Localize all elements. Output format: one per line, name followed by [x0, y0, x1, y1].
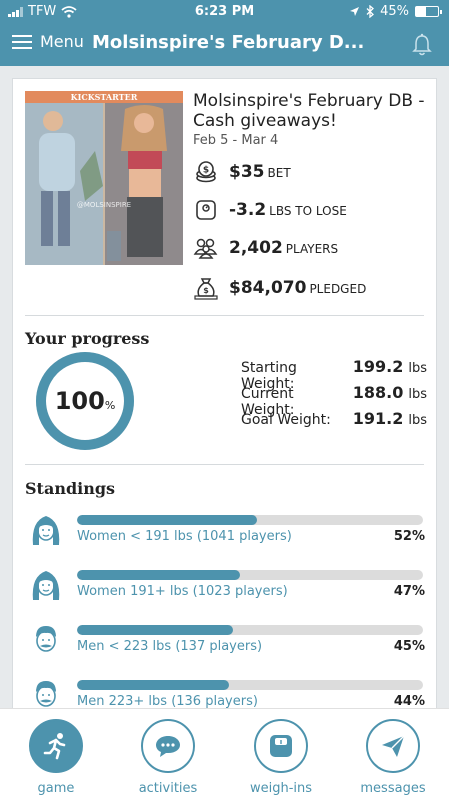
- woman-avatar-icon: [32, 516, 60, 545]
- coins-icon: $: [193, 159, 219, 185]
- bluetooth-icon: [366, 5, 375, 18]
- hamburger-icon: [12, 34, 32, 49]
- woman-avatar-icon: [32, 571, 60, 600]
- starting-weight-unit: lbs: [408, 361, 427, 376]
- divider: [25, 315, 424, 316]
- stat-pledged: $ $84,070 PLEDGED: [193, 275, 366, 301]
- menu-button[interactable]: Menu: [12, 32, 84, 51]
- bet-unit: BET: [267, 166, 291, 180]
- menu-label: Menu: [40, 32, 84, 51]
- paper-plane-icon: [366, 719, 420, 773]
- standing-percent: 44%: [393, 694, 425, 709]
- svg-text:$: $: [203, 286, 209, 295]
- bell-icon[interactable]: [411, 33, 433, 57]
- standing-bar-fill: [77, 570, 240, 580]
- progress-heading: Your progress: [25, 329, 150, 348]
- scale-icon: [193, 197, 219, 223]
- current-weight-unit: lbs: [408, 387, 427, 402]
- tab-activities[interactable]: activities: [123, 719, 213, 796]
- man-avatar-icon: [36, 626, 56, 652]
- tab-label: game: [37, 781, 75, 796]
- starting-weight-value: 199.2: [352, 357, 404, 376]
- game-dates: Feb 5 - Mar 4: [193, 133, 279, 148]
- stat-lbs-to-lose: -3.2 LBS TO LOSE: [193, 197, 347, 223]
- bottom-tab-bar: game activities weigh-ins messages: [0, 708, 449, 800]
- players-value: 2,402: [229, 238, 283, 258]
- scale-icon: [254, 719, 308, 773]
- game-photo[interactable]: KICKSTARTER @MOLSINSPIRE: [25, 91, 183, 265]
- standing-bar-track: [77, 515, 423, 525]
- battery-percent: 45%: [380, 4, 409, 19]
- stat-bet: $ $35 BET: [193, 159, 291, 185]
- standing-bar-track: [77, 570, 423, 580]
- bet-value: $35: [229, 162, 265, 182]
- photo-banner: KICKSTARTER: [71, 92, 138, 102]
- standing-bar-fill: [77, 515, 257, 525]
- battery-icon: [415, 6, 442, 17]
- goal-weight-label: Goal Weight:: [241, 412, 331, 428]
- money-bag-icon: $: [193, 275, 219, 301]
- goal-weight-value: 191.2: [352, 409, 404, 428]
- lbs-to-lose-value: -3.2: [229, 200, 267, 220]
- game-card: KICKSTARTER @MOLSINSPIRE Molsinspire's F…: [12, 78, 437, 718]
- standing-label: Women < 191 lbs (1041 players): [77, 529, 292, 544]
- tab-label: activities: [138, 781, 198, 796]
- standings-heading: Standings: [25, 479, 116, 498]
- standing-percent: 47%: [393, 584, 425, 599]
- game-title[interactable]: Molsinspire's February DB - Cash giveawa…: [193, 91, 433, 131]
- current-weight-value: 188.0: [352, 383, 404, 402]
- page-title: Molsinspire's February D...: [92, 32, 365, 53]
- tab-messages[interactable]: messages: [348, 719, 438, 796]
- status-bar: TFW 6:23 PM 45%: [0, 0, 449, 24]
- pledged-unit: PLEDGED: [309, 282, 367, 296]
- progress-percent-sign: %: [104, 399, 116, 412]
- progress-ring: 100%: [35, 351, 135, 451]
- stat-players: 2,402 PLAYERS: [193, 235, 338, 261]
- standing-row[interactable]: Women 191+ lbs (1023 players) 47%: [25, 564, 425, 604]
- standing-bar-fill: [77, 625, 233, 635]
- tab-weigh-ins[interactable]: weigh-ins: [236, 719, 326, 796]
- goal-weight-unit: lbs: [408, 413, 427, 428]
- standing-percent: 45%: [393, 639, 425, 654]
- runner-icon: [29, 719, 83, 773]
- standing-percent: 52%: [393, 529, 425, 544]
- players-icon: [193, 235, 219, 261]
- standing-label: Men < 223 lbs (137 players): [77, 639, 263, 654]
- goal-weight-row: Goal Weight: 191.2 lbs: [241, 409, 427, 428]
- pledged-value: $84,070: [229, 278, 307, 298]
- divider: [25, 464, 424, 465]
- standing-bar-track: [77, 625, 423, 635]
- standing-label: Men 223+ lbs (136 players): [77, 694, 258, 709]
- chat-icon: [141, 719, 195, 773]
- standing-label: Women 191+ lbs (1023 players): [77, 584, 288, 599]
- lbs-to-lose-unit: LBS TO LOSE: [269, 204, 347, 218]
- svg-text:$: $: [203, 166, 209, 176]
- standing-bar-fill: [77, 680, 230, 690]
- standing-bar-track: [77, 680, 423, 690]
- tab-game[interactable]: game: [11, 719, 101, 796]
- players-unit: PLAYERS: [285, 242, 339, 256]
- tab-label: weigh-ins: [249, 781, 313, 796]
- standing-row[interactable]: Women < 191 lbs (1041 players) 52%: [25, 509, 425, 549]
- progress-percent: 100: [54, 387, 105, 415]
- app-header: Menu Molsinspire's February D...: [0, 24, 449, 66]
- standing-row[interactable]: Men < 223 lbs (137 players) 45%: [25, 619, 425, 659]
- location-icon: [350, 7, 360, 16]
- tab-label: messages: [360, 781, 426, 796]
- photo-watermark: @MOLSINSPIRE: [77, 201, 131, 209]
